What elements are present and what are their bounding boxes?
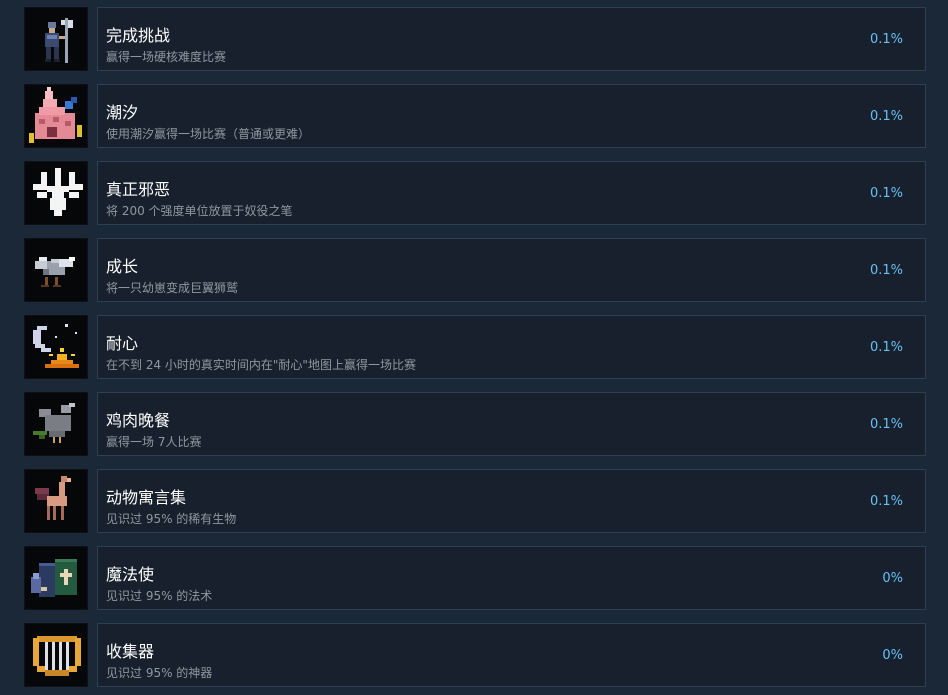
achievement-row[interactable]: 真正邪恶 将 200 个强度单位放置于奴役之笔 0.1% bbox=[24, 161, 926, 225]
pink-shell-creature-icon bbox=[24, 84, 88, 148]
achievement-title: 完成挑战 bbox=[106, 26, 171, 45]
unlock-percentage: 0.1% bbox=[869, 186, 903, 201]
spell-books-icon bbox=[24, 546, 88, 610]
griffin-chick-icon bbox=[24, 238, 88, 302]
unlock-percentage: 0.1% bbox=[869, 263, 903, 278]
white-splash-icon bbox=[24, 161, 88, 225]
achievement-title: 鸡肉晚餐 bbox=[106, 411, 171, 430]
achievement-card: 完成挑战 赢得一场硬核难度比赛 0.1% bbox=[97, 7, 926, 71]
achievement-title: 耐心 bbox=[106, 334, 139, 353]
achievement-description: 将一只幼崽变成巨翼狮鹫 bbox=[106, 281, 239, 295]
achievement-title: 成长 bbox=[106, 257, 139, 276]
moon-sunrise-icon bbox=[24, 315, 88, 379]
achievement-description: 在不到 24 小时的真实时间内在"耐心"地图上赢得一场比赛 bbox=[106, 358, 416, 372]
achievement-card: 真正邪恶 将 200 个强度单位放置于奴役之笔 0.1% bbox=[97, 161, 926, 225]
achievement-title: 动物寓言集 bbox=[106, 488, 187, 507]
achievement-row[interactable]: 完成挑战 赢得一场硬核难度比赛 0.1% bbox=[24, 7, 926, 71]
achievement-card: 耐心 在不到 24 小时的真实时间内在"耐心"地图上赢得一场比赛 0.1% bbox=[97, 315, 926, 379]
achievement-description: 见识过 95% 的神器 bbox=[106, 666, 213, 680]
unlock-percentage: 0.1% bbox=[869, 109, 903, 124]
unlock-percentage: 0% bbox=[882, 571, 903, 586]
unlock-percentage: 0.1% bbox=[869, 494, 903, 509]
unlock-percentage: 0.1% bbox=[869, 417, 903, 432]
achievement-list: 完成挑战 赢得一场硬核难度比赛 0.1% 潮汐 使用潮汐赢得一场比赛（普通或更难… bbox=[0, 0, 948, 695]
achievement-row[interactable]: 鸡肉晚餐 赢得一场 7人比赛 0.1% bbox=[24, 392, 926, 456]
achievement-description: 赢得一场硬核难度比赛 bbox=[106, 50, 227, 64]
winged-deer-icon bbox=[24, 469, 88, 533]
achievement-card: 收集器 见识过 95% 的神器 0% bbox=[97, 623, 926, 687]
achievement-title: 真正邪恶 bbox=[106, 180, 171, 199]
achievement-description: 赢得一场 7人比赛 bbox=[106, 435, 202, 449]
grey-bird-icon bbox=[24, 392, 88, 456]
achievement-card: 潮汐 使用潮汐赢得一场比赛（普通或更难） 0.1% bbox=[97, 84, 926, 148]
unlock-percentage: 0.1% bbox=[869, 32, 903, 47]
golden-lyre-icon bbox=[24, 623, 88, 687]
achievement-card: 动物寓言集 见识过 95% 的稀有生物 0.1% bbox=[97, 469, 926, 533]
achievement-row[interactable]: 潮汐 使用潮汐赢得一场比赛（普通或更难） 0.1% bbox=[24, 84, 926, 148]
achievement-row[interactable]: 魔法使 见识过 95% 的法术 0% bbox=[24, 546, 926, 610]
achievement-description: 使用潮汐赢得一场比赛（普通或更难） bbox=[106, 127, 311, 141]
achievement-row[interactable]: 成长 将一只幼崽变成巨翼狮鹫 0.1% bbox=[24, 238, 926, 302]
achievement-title: 潮汐 bbox=[106, 103, 139, 122]
achievement-row[interactable]: 耐心 在不到 24 小时的真实时间内在"耐心"地图上赢得一场比赛 0.1% bbox=[24, 315, 926, 379]
achievement-card: 成长 将一只幼崽变成巨翼狮鹫 0.1% bbox=[97, 238, 926, 302]
achievement-description: 见识过 95% 的法术 bbox=[106, 589, 213, 603]
achievement-title: 收集器 bbox=[106, 642, 155, 661]
unlock-percentage: 0% bbox=[882, 648, 903, 663]
achievement-card: 鸡肉晚餐 赢得一场 7人比赛 0.1% bbox=[97, 392, 926, 456]
achievement-title: 魔法使 bbox=[106, 565, 155, 584]
knight-halberd-icon bbox=[24, 7, 88, 71]
achievement-card: 魔法使 见识过 95% 的法术 0% bbox=[97, 546, 926, 610]
achievement-row[interactable]: 动物寓言集 见识过 95% 的稀有生物 0.1% bbox=[24, 469, 926, 533]
achievement-description: 见识过 95% 的稀有生物 bbox=[106, 512, 237, 526]
achievement-row[interactable]: 收集器 见识过 95% 的神器 0% bbox=[24, 623, 926, 687]
unlock-percentage: 0.1% bbox=[869, 340, 903, 355]
achievement-description: 将 200 个强度单位放置于奴役之笔 bbox=[106, 204, 293, 218]
